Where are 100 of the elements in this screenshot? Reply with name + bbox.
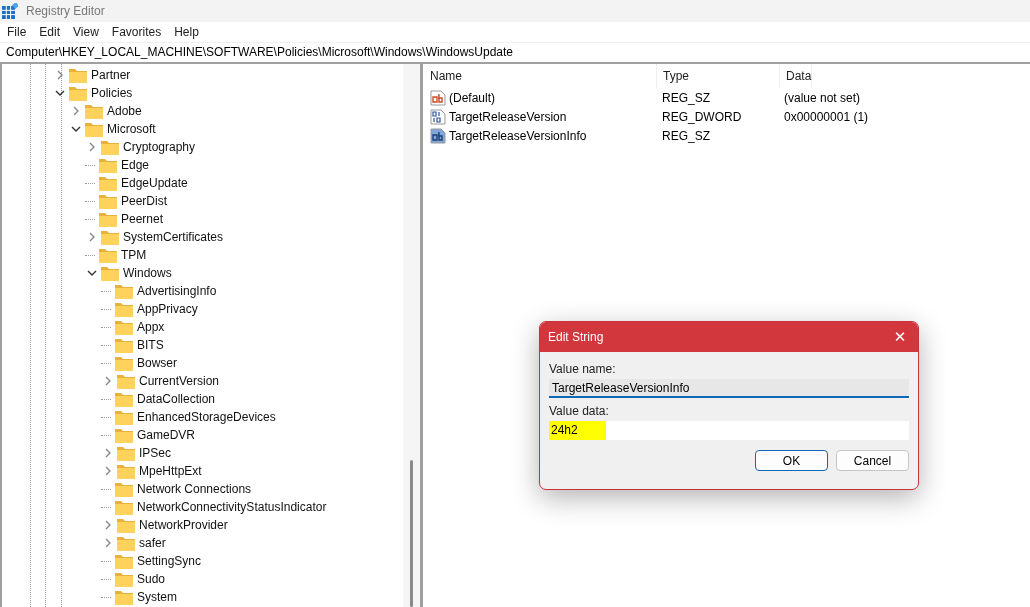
tree-item[interactable]: Edge	[121, 158, 150, 172]
tree-item[interactable]: NetworkProvider	[139, 518, 228, 532]
menu-item[interactable]: Help	[167, 25, 205, 39]
value-type: REG_SZ	[661, 128, 711, 143]
folder-icon	[115, 355, 133, 371]
chevron-right-icon[interactable]	[55, 70, 65, 80]
chevron-right-icon[interactable]	[87, 232, 97, 242]
folder-icon	[115, 499, 133, 515]
tree-item[interactable]: Microsoft	[107, 122, 156, 136]
folder-icon	[99, 193, 117, 209]
tree-item[interactable]: System	[137, 590, 177, 604]
tree-item[interactable]: Adobe	[107, 104, 142, 118]
chevron-right-icon[interactable]	[71, 106, 81, 116]
value-name[interactable]: TargetReleaseVersionInfo	[449, 128, 587, 143]
folder-icon	[115, 409, 133, 425]
folder-icon	[85, 121, 103, 137]
value-name[interactable]: TargetReleaseVersion	[449, 109, 567, 124]
tree-item[interactable]: GameDVR	[137, 428, 195, 442]
field-label: Value name:	[549, 362, 617, 377]
folder-icon	[115, 589, 133, 605]
tree-item[interactable]: TPM	[121, 248, 147, 262]
tree-item[interactable]: MpeHttpExt	[139, 464, 202, 478]
folder-icon	[115, 571, 133, 587]
menu-item[interactable]: View	[66, 25, 105, 39]
tree-item[interactable]: EdgeUpdate	[121, 176, 188, 190]
folder-icon	[115, 283, 133, 299]
folder-icon	[99, 157, 117, 173]
menu-item[interactable]: File	[0, 25, 33, 39]
tree-item[interactable]: EnhancedStorageDevices	[137, 410, 276, 424]
folder-icon	[115, 427, 133, 443]
tree-item[interactable]: Partner	[91, 68, 131, 82]
window-title: Registry Editor	[26, 4, 105, 18]
tree-item[interactable]: IPSec	[139, 446, 171, 460]
folder-icon	[101, 229, 119, 245]
chevron-right-icon[interactable]	[103, 448, 113, 458]
folder-icon	[117, 445, 135, 461]
value-name[interactable]: (Default)	[449, 90, 495, 105]
folder-icon	[117, 535, 135, 551]
tree-item[interactable]: SettingSync	[137, 554, 202, 568]
value-type: REG_DWORD	[661, 109, 743, 124]
dialog-title: Edit String	[548, 330, 604, 344]
chevron-right-icon[interactable]	[103, 520, 113, 530]
folder-icon	[117, 517, 135, 533]
folder-icon	[117, 463, 135, 479]
value-name-field[interactable]: TargetReleaseVersionInfo	[549, 379, 909, 398]
menu-item[interactable]: Edit	[32, 25, 67, 39]
tree-item[interactable]: PeerDist	[121, 194, 167, 208]
tree-item[interactable]: Policies	[91, 86, 133, 100]
folder-icon	[115, 391, 133, 407]
folder-icon	[99, 211, 117, 227]
tree-item[interactable]: AppPrivacy	[137, 302, 198, 316]
value-data-field[interactable]: 24h2	[549, 421, 909, 440]
tree-item[interactable]: Cryptography	[123, 140, 196, 154]
cancel-button[interactable]: Cancel	[836, 450, 909, 471]
value-data: (value not set)	[783, 90, 861, 105]
folder-icon	[69, 67, 87, 83]
tree-item[interactable]: AdvertisingInfo	[137, 284, 217, 298]
chevron-down-icon[interactable]	[55, 88, 65, 98]
value-data-text: 24h2	[549, 421, 606, 440]
string-value-icon	[430, 89, 446, 106]
value-data: 0x00000001 (1)	[783, 109, 869, 124]
chevron-right-icon[interactable]	[103, 538, 113, 548]
tree-item[interactable]: Bowser	[137, 356, 177, 370]
tree-item[interactable]: NetworkConnectivityStatusIndicator	[137, 500, 327, 514]
tree-item[interactable]: Appx	[137, 320, 165, 334]
folder-icon	[69, 85, 87, 101]
binary-value-icon	[430, 108, 446, 125]
tree-item[interactable]: Network Connections	[137, 482, 252, 496]
folder-icon	[115, 319, 133, 335]
tree-item[interactable]: Sudo	[137, 572, 166, 586]
folder-icon	[115, 337, 133, 353]
scrollbar[interactable]	[403, 64, 420, 607]
column-header[interactable]: Data	[780, 64, 813, 88]
folder-icon	[99, 247, 117, 263]
value-type: REG_SZ	[661, 90, 711, 105]
tree-item[interactable]: Peernet	[121, 212, 164, 226]
folder-icon	[99, 175, 117, 191]
menu-item[interactable]: Favorites	[104, 25, 168, 39]
ok-button[interactable]: OK	[755, 450, 828, 471]
folder-icon	[115, 553, 133, 569]
column-header[interactable]: Name	[427, 64, 657, 88]
tree-item[interactable]: CurrentVersion	[139, 374, 220, 388]
folder-icon	[115, 301, 133, 317]
chevron-right-icon[interactable]	[87, 142, 97, 152]
tree-item[interactable]: safer	[139, 536, 166, 550]
chevron-right-icon[interactable]	[103, 376, 113, 386]
chevron-down-icon[interactable]	[87, 268, 97, 278]
folder-icon	[101, 139, 119, 155]
chevron-down-icon[interactable]	[71, 124, 81, 134]
tree-item[interactable]: BITS	[137, 338, 164, 352]
chevron-right-icon[interactable]	[103, 466, 113, 476]
tree-item[interactable]: DataCollection	[137, 392, 216, 406]
folder-icon	[101, 265, 119, 281]
column-header[interactable]: Type	[657, 64, 780, 88]
close-button[interactable]: ✕	[882, 322, 918, 352]
folder-icon	[117, 373, 135, 389]
field-label: Value data:	[549, 404, 610, 419]
string-value-icon	[430, 127, 446, 144]
tree-item[interactable]: SystemCertificates	[123, 230, 224, 244]
tree-item[interactable]: Windows	[123, 266, 172, 280]
